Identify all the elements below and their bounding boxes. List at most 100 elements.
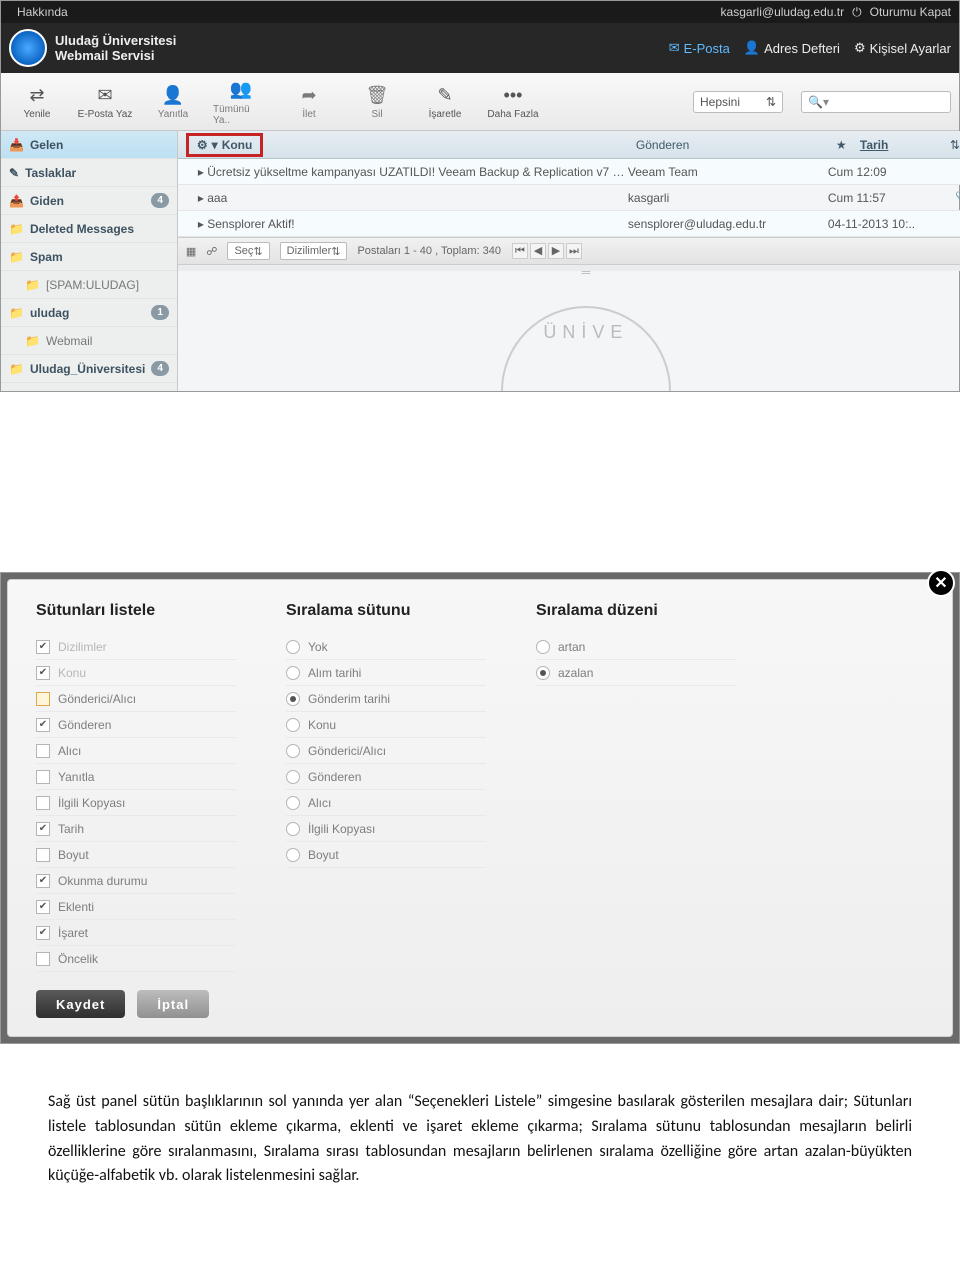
radio[interactable]	[286, 796, 300, 810]
option-item[interactable]: İşaret	[36, 920, 236, 946]
sidebar-item[interactable]: 📁Deleted Messages	[1, 215, 177, 243]
search-input[interactable]: 🔍▾	[801, 91, 951, 113]
layout-icon[interactable]: ▦	[186, 245, 196, 258]
checkbox[interactable]	[36, 718, 50, 732]
option-item[interactable]: İlgili Kopyası	[36, 790, 236, 816]
checkbox[interactable]	[36, 926, 50, 940]
option-item[interactable]: Gönderici/Alıcı	[36, 686, 236, 712]
folder-icon: 📁	[25, 334, 40, 348]
option-item[interactable]: Öncelik	[36, 946, 236, 972]
option-item[interactable]: Konu	[36, 660, 236, 686]
message-row[interactable]: ▸ Ücretsiz yükseltme kampanyası UZATILDI…	[178, 159, 960, 185]
checkbox[interactable]	[36, 900, 50, 914]
radio[interactable]	[286, 692, 300, 706]
select-dropdown[interactable]: Seç ⇅	[227, 242, 269, 260]
checkbox[interactable]	[36, 848, 50, 862]
logout-link[interactable]: Oturumu Kapat	[870, 5, 951, 19]
checkbox[interactable]	[36, 822, 50, 836]
sidebar-item[interactable]: ✎Taslaklar	[1, 159, 177, 187]
radio[interactable]	[286, 848, 300, 862]
option-item[interactable]: azalan	[536, 660, 736, 686]
about-link[interactable]: Hakkında	[17, 5, 68, 19]
option-item[interactable]: Gönderim tarihi	[286, 686, 486, 712]
radio[interactable]	[286, 666, 300, 680]
refresh-button[interactable]: ⇄Yenile	[9, 83, 65, 120]
forward-button[interactable]: ➦İlet	[281, 83, 337, 120]
cancel-button[interactable]: İptal	[137, 990, 209, 1018]
message-row[interactable]: ▸ Sensplorer Aktif!sensplorer@uludag.edu…	[178, 211, 960, 237]
radio[interactable]	[286, 718, 300, 732]
option-item[interactable]: Okunma durumu	[36, 868, 236, 894]
save-button[interactable]: Kaydet	[36, 990, 125, 1018]
delete-button[interactable]: 🗑Sil	[349, 83, 405, 120]
more-icon: •••	[501, 83, 525, 107]
column-header: ⚙▾ Konu Gönderen ★ Tarih ⇅ ⚑ 📎	[178, 131, 960, 159]
checkbox[interactable]	[36, 692, 50, 706]
compose-button[interactable]: ✉E-Posta Yaz	[77, 83, 133, 120]
replyall-button[interactable]: 👥Tümünü Ya..	[213, 78, 269, 126]
radio[interactable]	[286, 640, 300, 654]
filter-select[interactable]: Hepsini⇅	[693, 91, 783, 113]
checkbox[interactable]	[36, 666, 50, 680]
sort-icon[interactable]: ⇅	[942, 138, 960, 152]
sidebar-item[interactable]: 📁Uludag_Üniversitesi4	[1, 355, 177, 383]
sidebar-item[interactable]: 📁[SPAM:ULUDAG]	[1, 271, 177, 299]
close-icon[interactable]: ✕	[927, 569, 955, 597]
radio[interactable]	[286, 822, 300, 836]
radio[interactable]	[286, 770, 300, 784]
checkbox[interactable]	[36, 770, 50, 784]
sidebar-item[interactable]: 📥Gelen	[1, 131, 177, 159]
checkbox[interactable]	[36, 874, 50, 888]
columns-heading: Sütunları listele	[36, 602, 236, 620]
radio[interactable]	[536, 640, 550, 654]
more-button[interactable]: •••Daha Fazla	[485, 83, 541, 120]
option-item[interactable]: Yok	[286, 634, 486, 660]
option-item[interactable]: Gönderen	[286, 764, 486, 790]
option-item[interactable]: Gönderen	[36, 712, 236, 738]
options-gear-konu[interactable]: ⚙▾ Konu	[186, 133, 263, 157]
option-item[interactable]: Konu	[286, 712, 486, 738]
sidebar-item[interactable]: 📤Giden4	[1, 187, 177, 215]
sidebar-item[interactable]: 📁Webmail	[1, 327, 177, 355]
option-item[interactable]: Yanıtla	[36, 764, 236, 790]
checkbox[interactable]	[36, 640, 50, 654]
col-gonderen[interactable]: Gönderen	[628, 138, 828, 152]
option-item[interactable]: Boyut	[286, 842, 486, 868]
option-item[interactable]: Tarih	[36, 816, 236, 842]
option-item[interactable]: artan	[536, 634, 736, 660]
message-row[interactable]: ▸ aaakasgarliCum 11:57📎	[178, 185, 960, 211]
nav-ayarlar[interactable]: ⚙ Kişisel Ayarlar	[854, 40, 951, 56]
list-columns-dialog: Sütunları listele DizilimlerKonuGönderic…	[7, 579, 953, 1037]
reply-icon: 👤	[161, 83, 185, 107]
nav-adres[interactable]: 👤 Adres Defteri	[744, 40, 840, 56]
col-tarih[interactable]: Tarih	[852, 138, 942, 152]
description-paragraph: Sağ üst panel sütün başlıklarının sol ya…	[0, 1044, 960, 1219]
radio[interactable]	[286, 744, 300, 758]
mark-icon: ✎	[433, 83, 457, 107]
power-icon: ⏻	[852, 5, 862, 20]
option-item[interactable]: Boyut	[36, 842, 236, 868]
reply-button[interactable]: 👤Yanıtla	[145, 83, 201, 120]
user-email: kasgarli@uludag.edu.tr	[721, 5, 845, 19]
option-item[interactable]: İlgili Kopyası	[286, 816, 486, 842]
option-item[interactable]: Alıcı	[36, 738, 236, 764]
checkbox[interactable]	[36, 796, 50, 810]
order-heading: Sıralama düzeni	[536, 602, 736, 620]
option-item[interactable]: Eklenti	[36, 894, 236, 920]
checkbox[interactable]	[36, 744, 50, 758]
option-item[interactable]: Dizilimler	[36, 634, 236, 660]
thread-icon[interactable]: ☍	[206, 245, 217, 258]
checkbox[interactable]	[36, 952, 50, 966]
option-item[interactable]: Alıcı	[286, 790, 486, 816]
sidebar-item[interactable]: 📁uludag1	[1, 299, 177, 327]
option-item[interactable]: Alım tarihi	[286, 660, 486, 686]
col-star[interactable]: ★	[828, 138, 852, 152]
sidebar-item[interactable]: 📁Spam	[1, 243, 177, 271]
nav-eposta[interactable]: ✉ E-Posta	[669, 40, 730, 56]
dizilimler-dropdown[interactable]: Dizilimler ⇅	[280, 242, 348, 260]
radio[interactable]	[536, 666, 550, 680]
option-item[interactable]: Gönderici/Alıcı	[286, 738, 486, 764]
mark-button[interactable]: ✎İşaretle	[417, 83, 473, 120]
pager[interactable]: ⏮◀▶⏭	[511, 243, 583, 259]
search-icon: 🔍▾	[808, 95, 829, 109]
